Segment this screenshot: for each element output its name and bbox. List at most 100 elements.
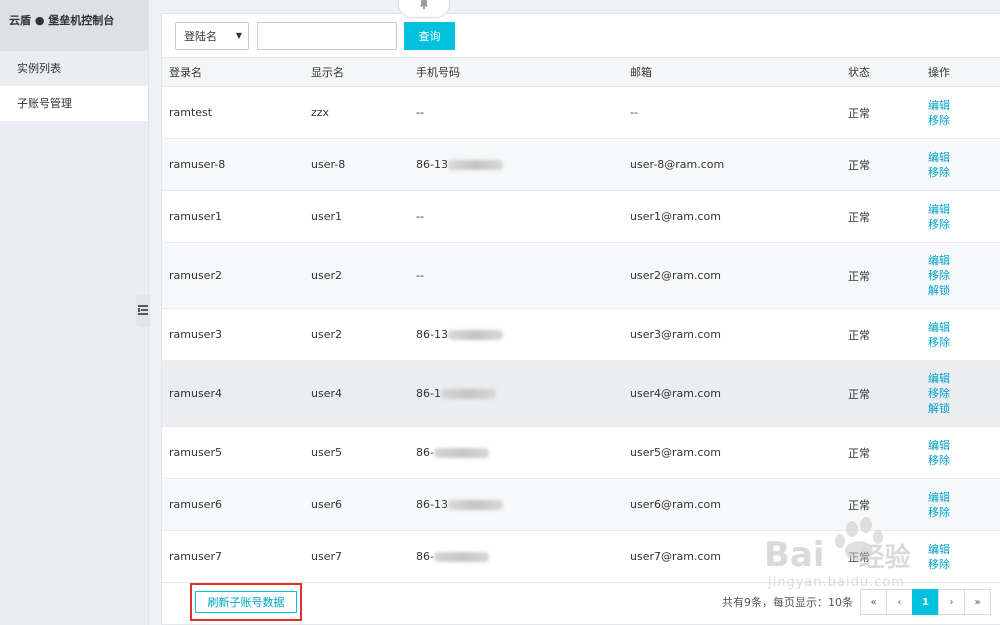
unlock-link[interactable]: 解锁 [928, 401, 1000, 416]
phone-text: 86-1 [416, 387, 441, 400]
table-row: ramuser-8 user-8 86-13 user-8@ram.com 正常… [162, 138, 1000, 191]
subaccount-panel: 登陆名 ▼ 查询 登录名 显示名 手机号码 邮箱 状态 操作 ramtest z… [161, 13, 1000, 625]
search-toolbar: 登陆名 ▼ 查询 [162, 14, 1000, 57]
cell-login: ramuser-8 [169, 158, 226, 171]
edit-link[interactable]: 编辑 [928, 202, 1000, 217]
cell-display: user1 [311, 210, 342, 223]
remove-link[interactable]: 移除 [928, 268, 1000, 283]
cell-email: user5@ram.com [630, 446, 721, 459]
table-row: ramtest zzx -- -- 正常 编辑 移除 [162, 87, 1000, 139]
sidebar-collapse-toggle[interactable] [136, 295, 150, 327]
remove-link[interactable]: 移除 [928, 453, 1000, 468]
edit-link[interactable]: 编辑 [928, 253, 1000, 268]
redacted-phone-blur [433, 448, 489, 458]
cell-status: 正常 [848, 328, 870, 342]
prev-page-button[interactable]: ‹ [886, 589, 913, 615]
cell-operations: 编辑 移除 [921, 309, 1000, 361]
column-header-display[interactable]: 显示名 [304, 58, 409, 87]
search-input[interactable] [257, 21, 397, 50]
column-header-phone[interactable]: 手机号码 [409, 58, 623, 87]
table-row: ramuser4 user4 86-1 user4@ram.com 正常 编辑 … [162, 360, 1000, 427]
redacted-phone-blur [433, 552, 489, 562]
caret-down-icon: ▼ [235, 31, 242, 40]
cell-display: user5 [311, 446, 342, 459]
first-page-button[interactable]: « [860, 589, 887, 615]
table-row: ramuser6 user6 86-13 user6@ram.com 正常 编辑… [162, 478, 1000, 531]
edit-link[interactable]: 编辑 [928, 490, 1000, 505]
remove-link[interactable]: 移除 [928, 557, 1000, 572]
next-page-button[interactable]: › [938, 589, 965, 615]
cell-operations: 编辑 移除 解锁 [921, 243, 1000, 309]
cell-phone: -- [409, 243, 623, 309]
cell-phone: 86-13 [409, 479, 623, 531]
remove-link[interactable]: 移除 [928, 505, 1000, 520]
unlock-link[interactable]: 解锁 [928, 283, 1000, 298]
cell-email: user7@ram.com [630, 550, 721, 563]
cell-display: user-8 [311, 158, 346, 171]
edit-link[interactable]: 编辑 [928, 98, 1000, 113]
remove-link[interactable]: 移除 [928, 113, 1000, 128]
table-row: ramuser7 user7 86- user7@ram.com 正常 编辑 移… [162, 531, 1000, 583]
refresh-subaccounts-button[interactable]: 刷新子账号数据 [195, 591, 297, 613]
cell-phone: 86-1 [409, 361, 623, 427]
cell-status: 正常 [848, 446, 870, 460]
notification-tab[interactable] [398, 0, 450, 18]
cell-operations: 编辑 移除 [921, 479, 1000, 531]
column-header-email[interactable]: 邮箱 [623, 58, 841, 87]
phone-text: 86- [416, 550, 434, 563]
cell-email: user-8@ram.com [630, 158, 725, 171]
sidebar-item-subaccount-management[interactable]: 子账号管理 [0, 86, 148, 121]
filter-field-select[interactable]: 登陆名 ▼ [175, 21, 249, 50]
cell-login: ramuser3 [169, 328, 222, 341]
remove-link[interactable]: 移除 [928, 165, 1000, 180]
remove-link[interactable]: 移除 [928, 217, 1000, 232]
cell-email: user6@ram.com [630, 498, 721, 511]
page-1-button[interactable]: 1 [912, 589, 939, 615]
cell-display: zzx [311, 106, 330, 119]
cell-display: user7 [311, 550, 342, 563]
cell-login: ramuser7 [169, 550, 222, 563]
last-page-button[interactable]: » [964, 589, 991, 615]
edit-link[interactable]: 编辑 [928, 150, 1000, 165]
cell-login: ramuser1 [169, 210, 222, 223]
cell-email: user2@ram.com [630, 269, 721, 282]
edit-link[interactable]: 编辑 [928, 438, 1000, 453]
cell-login: ramuser2 [169, 269, 222, 282]
cell-operations: 编辑 移除 [921, 191, 1000, 243]
cell-login: ramuser6 [169, 498, 222, 511]
cell-operations: 编辑 移除 [921, 87, 1000, 139]
bell-icon [418, 0, 430, 13]
column-header-login[interactable]: 登录名 [162, 58, 304, 87]
filter-selected-value: 登陆名 [184, 29, 217, 43]
phone-text: -- [416, 210, 424, 223]
cell-email: user4@ram.com [630, 387, 721, 400]
edit-link[interactable]: 编辑 [928, 320, 1000, 335]
cell-status: 正常 [848, 210, 870, 224]
cell-email: user1@ram.com [630, 210, 721, 223]
remove-link[interactable]: 移除 [928, 386, 1000, 401]
cell-operations: 编辑 移除 [921, 427, 1000, 479]
table-row: ramuser1 user1 -- user1@ram.com 正常 编辑 移除 [162, 191, 1000, 243]
table-header-row: 登录名 显示名 手机号码 邮箱 状态 操作 [162, 57, 1000, 87]
query-button[interactable]: 查询 [404, 21, 455, 50]
cell-phone: 86- [409, 427, 623, 479]
remove-link[interactable]: 移除 [928, 335, 1000, 350]
edit-link[interactable]: 编辑 [928, 542, 1000, 557]
phone-text: -- [416, 269, 424, 282]
column-header-status[interactable]: 状态 [841, 58, 921, 87]
cell-status: 正常 [848, 498, 870, 512]
cell-phone: -- [409, 87, 623, 139]
cell-status: 正常 [848, 387, 870, 401]
cell-phone: 86-13 [409, 309, 623, 361]
cell-phone: 86- [409, 531, 623, 583]
edit-link[interactable]: 编辑 [928, 371, 1000, 386]
sidebar-item-instance-list[interactable]: 实例列表 [0, 51, 148, 86]
phone-text: 86-13 [416, 328, 448, 341]
redacted-phone-blur [440, 389, 496, 399]
cell-status: 正常 [848, 269, 870, 283]
cell-status: 正常 [848, 158, 870, 172]
cell-operations: 编辑 移除 [921, 139, 1000, 191]
cell-display: user2 [311, 328, 342, 341]
cell-login: ramtest [169, 106, 213, 119]
column-header-operations[interactable]: 操作 [921, 58, 1000, 87]
